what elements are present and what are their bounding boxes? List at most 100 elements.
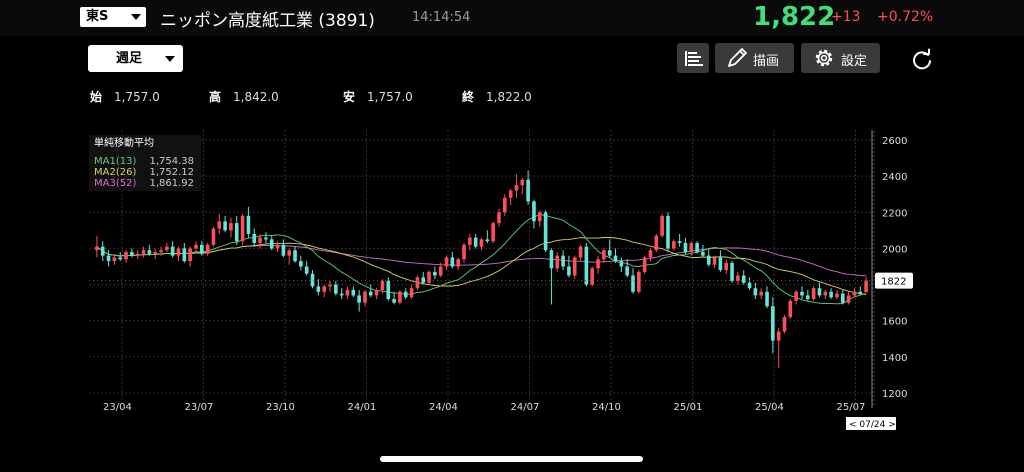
candle-body — [421, 277, 426, 283]
candle-body — [578, 246, 583, 258]
candle-body — [316, 286, 321, 292]
candle-body — [293, 250, 297, 262]
candle-body — [712, 257, 717, 265]
candle-body — [689, 243, 694, 253]
y-tick-label: 2400 — [882, 172, 907, 183]
candle-body — [246, 215, 251, 234]
candle-body — [223, 221, 227, 231]
y-tick-label: 2000 — [882, 244, 907, 255]
candle-body — [234, 223, 239, 242]
candle-body — [473, 237, 478, 247]
candle-body — [176, 248, 181, 256]
candle-body — [537, 212, 542, 222]
plot-area — [89, 130, 872, 408]
candle-body — [596, 259, 600, 269]
candle-body — [345, 289, 350, 296]
candle-body — [141, 250, 146, 254]
last-price-label: 1822 — [881, 277, 906, 288]
ma3-row: MA3(52) 1,861.92 — [94, 177, 198, 190]
x-tick-label: 25/01 — [674, 402, 703, 413]
x-tick-label: 24/10 — [592, 402, 621, 413]
candle-body — [182, 248, 187, 262]
candle-body — [252, 233, 257, 244]
candle-body — [741, 275, 746, 283]
candle-body — [427, 271, 431, 283]
candle-body — [211, 228, 216, 245]
ma-legend: 単純移動平均 MA1(13) 1,754.38 MA2(26) 1,752.12… — [89, 135, 201, 191]
candle-body — [95, 246, 99, 251]
candle-body — [567, 266, 571, 276]
candle-body — [619, 261, 624, 267]
price-chart[interactable]: 2600240022002000180016001400120023/0423/… — [0, 0, 1024, 472]
candle-body — [100, 246, 105, 256]
candle-body — [846, 295, 851, 303]
candle-body — [695, 243, 699, 253]
candle-body — [666, 215, 670, 249]
candle-body — [543, 212, 548, 251]
candle-body — [415, 277, 420, 289]
candle-body — [613, 255, 618, 262]
candle-body — [794, 291, 798, 301]
candle-body — [852, 291, 857, 296]
candle-body — [258, 237, 262, 244]
candle-body — [823, 291, 828, 296]
x-tick-label: 24/04 — [429, 402, 458, 413]
candle-body — [170, 246, 175, 256]
candle-body — [555, 255, 560, 269]
candle-body — [438, 266, 443, 276]
x-tick-label: 24/01 — [348, 402, 377, 413]
candle-body — [450, 257, 455, 267]
candle-body — [229, 223, 233, 231]
x-tick-label: 24/07 — [511, 402, 540, 413]
candle-body — [607, 250, 612, 256]
y-tick-label: 2600 — [882, 136, 907, 147]
candle-body — [339, 293, 344, 296]
candle-body — [363, 291, 367, 303]
ma3-value: 1,861.92 — [149, 178, 194, 189]
candle-body — [188, 248, 192, 262]
candle-body — [747, 282, 752, 289]
candle-body — [281, 244, 286, 256]
candle-body — [485, 239, 490, 242]
candle-body — [287, 250, 292, 256]
candle-body — [147, 250, 152, 254]
candle-body — [264, 237, 268, 240]
candle-body — [310, 273, 315, 287]
candle-body — [497, 212, 501, 224]
candle-body — [135, 253, 140, 256]
candle-body — [858, 291, 863, 294]
candle-body — [351, 289, 356, 296]
candle-body — [677, 241, 682, 244]
candle-body — [106, 255, 111, 262]
candle-body — [124, 252, 128, 260]
candle-body — [654, 235, 659, 251]
candle-body — [444, 257, 449, 267]
candle-body — [753, 288, 758, 296]
candle-body — [660, 215, 664, 236]
candle-body — [642, 257, 647, 272]
candle-body — [701, 252, 705, 256]
candle-body — [299, 261, 303, 267]
candle-body — [304, 266, 309, 274]
candle-body — [240, 215, 245, 242]
candle-body — [864, 280, 868, 293]
candle-body — [334, 284, 338, 294]
x-tick-label: 23/07 — [185, 402, 214, 413]
candle-body — [514, 185, 519, 191]
candle-body — [374, 289, 379, 296]
x-tick-label: 25/04 — [755, 402, 784, 413]
cursor-date-label: < 07/24 > — [849, 420, 896, 430]
candle-body — [520, 179, 525, 186]
candle-body — [468, 237, 472, 245]
candle-body — [491, 223, 495, 242]
candle-body — [759, 291, 764, 296]
candle-body — [328, 284, 332, 287]
candle-body — [771, 306, 775, 341]
ma-legend-title: 単純移動平均 — [94, 138, 154, 149]
candle-body — [118, 257, 123, 260]
y-tick-label: 1400 — [882, 353, 907, 364]
candle-body — [817, 288, 822, 296]
candle-body — [165, 246, 169, 251]
candle-body — [561, 255, 565, 267]
candle-body — [205, 244, 210, 254]
